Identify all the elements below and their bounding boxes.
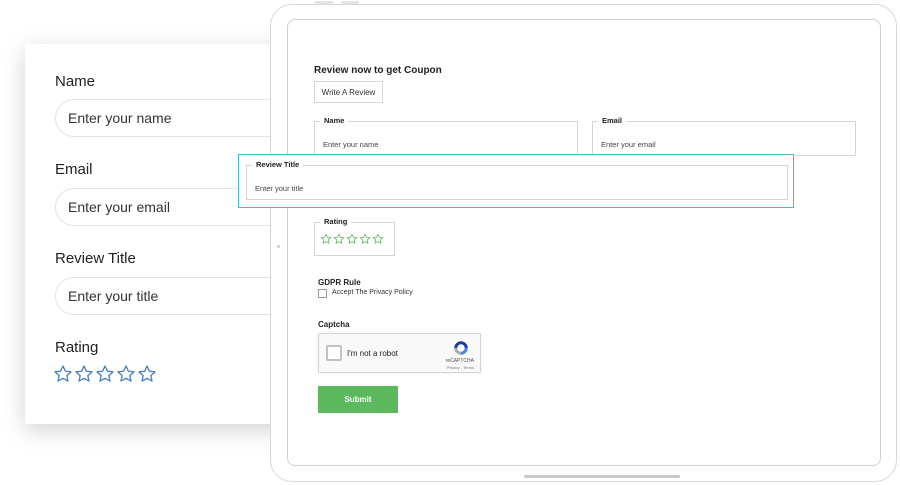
review-title-input[interactable]: Enter your title — [255, 184, 303, 193]
name-fieldset[interactable]: Name Enter your name — [314, 116, 578, 156]
recaptcha-terms[interactable]: Privacy - Terms — [447, 365, 474, 370]
review-title-label: Review Title — [55, 250, 136, 267]
captcha-label: Captcha — [318, 320, 350, 329]
review-title-legend: Review Title — [252, 160, 304, 169]
star-icon[interactable] — [53, 364, 73, 384]
rating-fieldset: Rating — [314, 217, 395, 256]
email-input[interactable]: Enter your email — [601, 140, 656, 149]
recaptcha-brand: reCAPTCHA — [445, 358, 474, 364]
star-icon[interactable] — [346, 233, 358, 245]
star-icon[interactable] — [116, 364, 136, 384]
rating-legend: Rating — [320, 217, 352, 226]
star-icon[interactable] — [372, 233, 384, 245]
review-title-fieldset[interactable]: Review Title Enter your title — [246, 160, 788, 200]
star-icon[interactable] — [95, 364, 115, 384]
tablet-sensor — [277, 245, 280, 248]
name-legend: Name — [320, 116, 349, 125]
name-input[interactable]: Enter your name — [323, 140, 378, 149]
rating-label: Rating — [55, 339, 99, 356]
gdpr-label: GDPR Rule — [318, 278, 361, 287]
recaptcha-checkbox[interactable] — [326, 345, 342, 361]
form-heading: Review now to get Coupon — [314, 65, 442, 76]
name-label: Name — [55, 73, 96, 90]
email-label: Email — [55, 161, 93, 178]
email-fieldset[interactable]: Email Enter your email — [592, 116, 856, 156]
write-review-button[interactable]: Write A Review — [314, 81, 383, 103]
email-legend: Email — [598, 116, 627, 125]
tablet-button — [341, 1, 359, 4]
star-icon[interactable] — [320, 233, 332, 245]
recaptcha-text: I'm not a robot — [347, 349, 398, 358]
review-title-highlight: Review Title Enter your title — [238, 154, 794, 208]
tablet-frame: Review now to get Coupon Write A Review … — [270, 1, 897, 482]
rating-stars[interactable] — [53, 364, 157, 384]
recaptcha-widget: I'm not a robot reCAPTCHA Privacy - Term… — [318, 333, 481, 373]
star-icon[interactable] — [137, 364, 157, 384]
star-icon[interactable] — [359, 233, 371, 245]
privacy-checkbox-label[interactable]: Accept The Privacy Policy — [332, 289, 413, 296]
privacy-checkbox[interactable] — [318, 289, 327, 298]
form-rating-stars[interactable] — [320, 233, 384, 245]
tablet-screen: Review now to get Coupon Write A Review … — [287, 19, 881, 478]
tablet-button — [315, 1, 333, 4]
home-indicator — [524, 475, 680, 478]
recaptcha-logo-icon — [454, 341, 468, 355]
star-icon[interactable] — [74, 364, 94, 384]
star-icon[interactable] — [333, 233, 345, 245]
submit-button[interactable]: Submit — [318, 386, 398, 413]
